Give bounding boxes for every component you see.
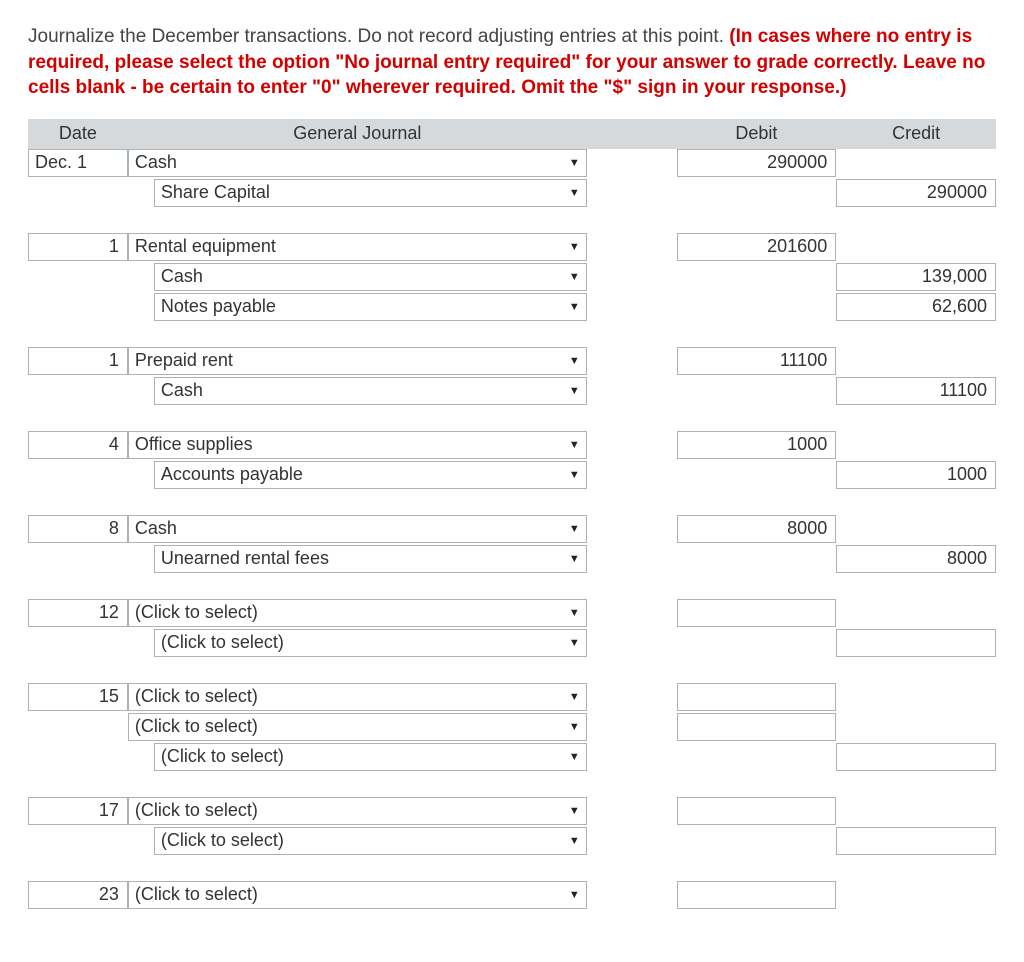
account-select-label: Cash <box>135 518 177 539</box>
account-select[interactable]: (Click to select) ▼ <box>128 881 587 909</box>
account-select-label: Prepaid rent <box>135 350 233 371</box>
chevron-down-icon: ▼ <box>569 187 580 199</box>
account-select-label: Share Capital <box>161 182 270 203</box>
debit-input[interactable] <box>677 797 837 825</box>
credit-input[interactable] <box>836 629 996 657</box>
credit-input[interactable] <box>836 827 996 855</box>
debit-input[interactable]: 11100 <box>677 347 837 375</box>
account-select[interactable]: Office supplies ▼ <box>128 431 587 459</box>
account-select-label: Unearned rental fees <box>161 548 329 569</box>
chevron-down-icon: ▼ <box>569 721 580 733</box>
chevron-down-icon: ▼ <box>569 805 580 817</box>
chevron-down-icon: ▼ <box>569 157 580 169</box>
chevron-down-icon: ▼ <box>569 691 580 703</box>
date-cell: 12 <box>28 599 128 627</box>
journal-table: DateGeneral JournalDebitCreditDec. 1Cash… <box>28 119 996 935</box>
account-select-label: (Click to select) <box>135 884 258 905</box>
credit-input[interactable]: 62,600 <box>836 293 996 321</box>
chevron-down-icon: ▼ <box>569 637 580 649</box>
instructions: Journalize the December transactions. Do… <box>28 24 996 101</box>
date-cell: 1 <box>28 233 128 261</box>
account-select[interactable]: (Click to select) ▼ <box>154 629 587 657</box>
debit-input[interactable] <box>677 713 837 741</box>
credit-input[interactable]: 290000 <box>836 179 996 207</box>
account-select-label: (Click to select) <box>135 800 258 821</box>
account-select-label: (Click to select) <box>135 602 258 623</box>
account-select-label: Office supplies <box>135 434 253 455</box>
header-general-journal: General Journal <box>128 119 587 149</box>
debit-input[interactable] <box>677 683 837 711</box>
chevron-down-icon: ▼ <box>569 439 580 451</box>
debit-input[interactable]: 8000 <box>677 515 837 543</box>
debit-input[interactable] <box>677 881 837 909</box>
account-select-label: Cash <box>161 266 203 287</box>
chevron-down-icon: ▼ <box>569 523 580 535</box>
debit-input[interactable] <box>677 599 837 627</box>
account-select[interactable]: Cash ▼ <box>128 149 587 177</box>
account-select[interactable]: (Click to select) ▼ <box>128 797 587 825</box>
account-select[interactable]: Cash ▼ <box>154 377 587 405</box>
account-select-label: Notes payable <box>161 296 276 317</box>
account-select-label: (Click to select) <box>135 686 258 707</box>
account-select[interactable]: (Click to select) ▼ <box>128 683 587 711</box>
account-select-label: Accounts payable <box>161 464 303 485</box>
chevron-down-icon: ▼ <box>569 241 580 253</box>
account-select[interactable]: (Click to select) ▼ <box>154 827 587 855</box>
account-select[interactable]: Accounts payable ▼ <box>154 461 587 489</box>
date-cell: 17 <box>28 797 128 825</box>
date-cell: 23 <box>28 881 128 909</box>
account-select-label: (Click to select) <box>161 632 284 653</box>
chevron-down-icon: ▼ <box>569 553 580 565</box>
chevron-down-icon: ▼ <box>569 469 580 481</box>
chevron-down-icon: ▼ <box>569 889 580 901</box>
date-cell: 1 <box>28 347 128 375</box>
account-select-label: Cash <box>161 380 203 401</box>
chevron-down-icon: ▼ <box>569 355 580 367</box>
account-select[interactable]: Rental equipment ▼ <box>128 233 587 261</box>
account-select-label: (Click to select) <box>135 716 258 737</box>
account-select-label: Cash <box>135 152 177 173</box>
date-cell: 8 <box>28 515 128 543</box>
account-select[interactable]: Notes payable ▼ <box>154 293 587 321</box>
account-select[interactable]: Prepaid rent ▼ <box>128 347 587 375</box>
chevron-down-icon: ▼ <box>569 301 580 313</box>
chevron-down-icon: ▼ <box>569 271 580 283</box>
date-cell: Dec. 1 <box>28 149 128 177</box>
credit-input[interactable]: 11100 <box>836 377 996 405</box>
credit-input[interactable]: 139,000 <box>836 263 996 291</box>
account-select[interactable]: (Click to select) ▼ <box>128 599 587 627</box>
chevron-down-icon: ▼ <box>569 835 580 847</box>
debit-input[interactable]: 290000 <box>677 149 837 177</box>
chevron-down-icon: ▼ <box>569 751 580 763</box>
credit-input[interactable]: 8000 <box>836 545 996 573</box>
account-select[interactable]: (Click to select) ▼ <box>128 713 587 741</box>
chevron-down-icon: ▼ <box>569 607 580 619</box>
account-select-label: (Click to select) <box>161 830 284 851</box>
account-select[interactable]: Cash ▼ <box>128 515 587 543</box>
date-cell: 4 <box>28 431 128 459</box>
account-select[interactable]: (Click to select) ▼ <box>154 743 587 771</box>
account-select-label: Rental equipment <box>135 236 276 257</box>
account-select[interactable]: Cash ▼ <box>154 263 587 291</box>
account-select[interactable]: Share Capital ▼ <box>154 179 587 207</box>
credit-input[interactable]: 1000 <box>836 461 996 489</box>
account-select[interactable]: Unearned rental fees ▼ <box>154 545 587 573</box>
debit-input[interactable]: 201600 <box>677 233 837 261</box>
header-debit: Debit <box>677 119 837 149</box>
instructions-plain: Journalize the December transactions. Do… <box>28 26 729 47</box>
header-date: Date <box>28 119 128 149</box>
chevron-down-icon: ▼ <box>569 385 580 397</box>
account-select-label: (Click to select) <box>161 746 284 767</box>
header-credit: Credit <box>836 119 996 149</box>
debit-input[interactable]: 1000 <box>677 431 837 459</box>
date-cell: 15 <box>28 683 128 711</box>
credit-input[interactable] <box>836 743 996 771</box>
